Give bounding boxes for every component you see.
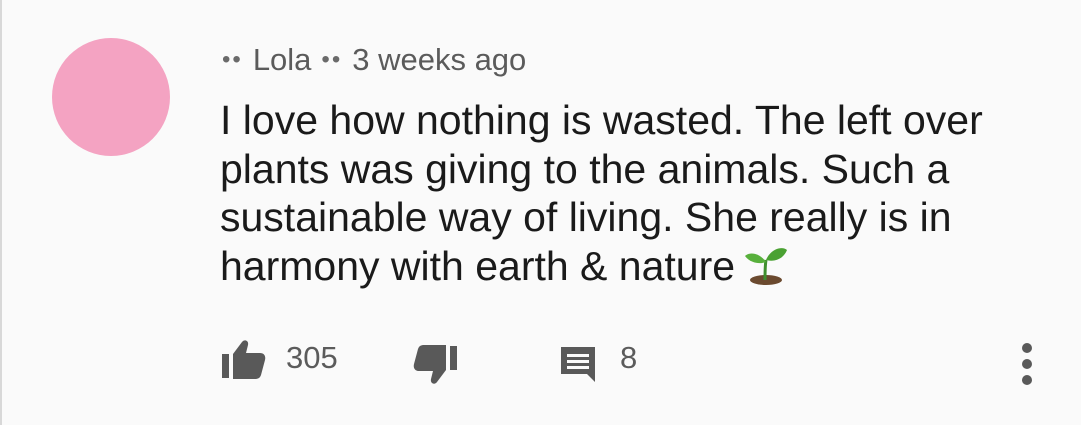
like-count: 305 (286, 340, 338, 375)
avatar[interactable] (52, 38, 170, 156)
reply-count: 8 (620, 340, 638, 375)
reply-button[interactable] (558, 344, 598, 384)
timestamp[interactable]: 3 weeks ago (352, 42, 526, 78)
comment-card: •• Lola •• 3 weeks ago I love how nothin… (0, 0, 1081, 425)
separator-dots: •• (222, 46, 243, 73)
more-vert-icon (1022, 343, 1032, 385)
thumbs-up-icon (222, 340, 266, 379)
comment-icon (561, 347, 595, 382)
separator-dots: •• (321, 46, 343, 73)
comment-header: •• Lola •• 3 weeks ago (222, 38, 526, 82)
seedling-icon (743, 244, 789, 297)
author-name[interactable]: Lola (253, 42, 312, 78)
more-options-button[interactable] (1016, 340, 1038, 388)
dislike-button[interactable] (413, 342, 459, 388)
comment-body: I love how nothing is wasted. The left o… (220, 96, 1020, 296)
thumbs-down-icon (413, 345, 457, 384)
like-button[interactable] (220, 336, 266, 382)
comment-text: I love how nothing is wasted. The left o… (220, 97, 983, 289)
